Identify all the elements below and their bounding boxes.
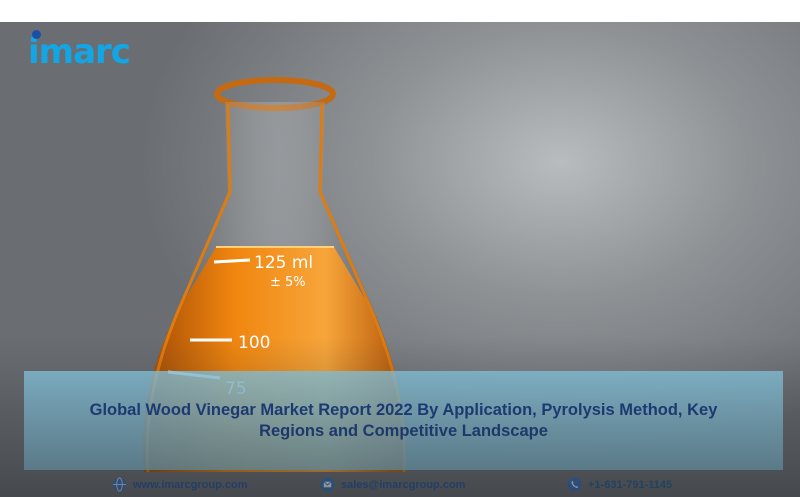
- logo-text: imarc: [28, 30, 131, 72]
- flask-illustration: 125 ml ± 5% 100 75: [142, 77, 406, 473]
- logo-wordmark: imarc: [28, 32, 131, 72]
- website-text[interactable]: www.imarcgroup.com: [133, 479, 248, 491]
- email-text[interactable]: sales@imarcgroup.com: [341, 479, 465, 491]
- contact-bar: www.imarcgroup.com sales@imarcgroup.com …: [0, 475, 800, 497]
- envelope-icon: [320, 477, 335, 492]
- flask-marking-75: 75: [225, 379, 247, 399]
- flask-marking-tolerance: ± 5%: [270, 275, 306, 290]
- flask-marking-125: 125 ml: [254, 253, 313, 273]
- phone-contact[interactable]: +1-631-791-1145: [567, 477, 672, 492]
- flask-marking-100: 100: [238, 333, 270, 353]
- phone-text[interactable]: +1-631-791-1145: [588, 479, 672, 491]
- globe-icon: [112, 477, 127, 492]
- report-title: Global Wood Vinegar Market Report 2022 B…: [89, 400, 718, 440]
- imarc-logo: imarc: [28, 28, 131, 72]
- phone-icon: [567, 477, 582, 492]
- website-contact[interactable]: www.imarcgroup.com: [112, 477, 248, 492]
- report-banner: 125 ml ± 5% 100 75 imarc Global Wood Vin…: [0, 22, 800, 497]
- report-title-box: Global Wood Vinegar Market Report 2022 B…: [24, 371, 783, 470]
- email-contact[interactable]: sales@imarcgroup.com: [320, 477, 465, 492]
- logo-dot: [32, 30, 41, 39]
